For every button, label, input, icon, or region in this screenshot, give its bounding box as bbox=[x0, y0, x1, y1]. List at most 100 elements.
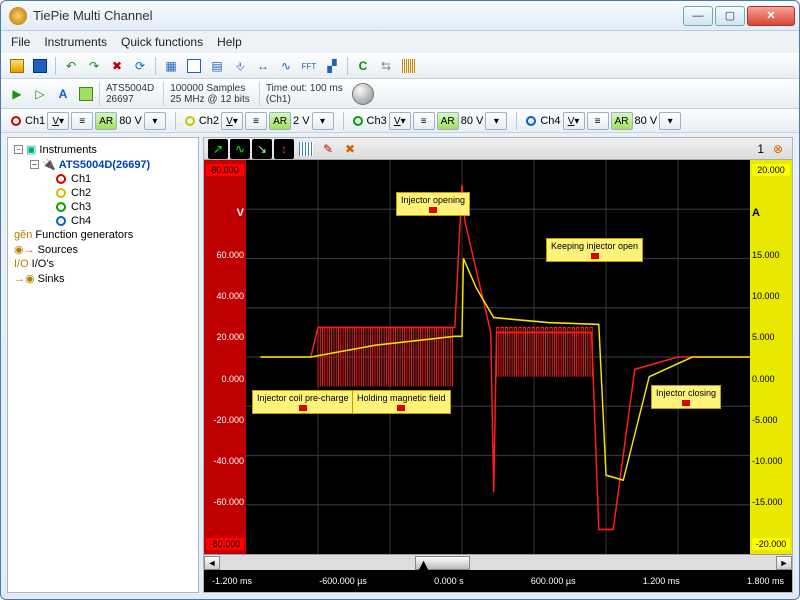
object-tree[interactable]: −▣Instruments −🔌ATS5004D(26697) Ch1 Ch2 … bbox=[7, 137, 199, 593]
autoset-icon[interactable]: A bbox=[53, 84, 73, 104]
undo-icon[interactable]: ↶ bbox=[61, 56, 81, 76]
scope-count: 1 bbox=[757, 142, 764, 156]
left-axis-unit: V bbox=[237, 207, 244, 219]
ch1-range: 80 V bbox=[119, 115, 142, 127]
ch2-indicator-icon[interactable] bbox=[185, 116, 195, 126]
x-axis[interactable]: -1.200 ms -600.000 µs 0.000 s 600.000 µs… bbox=[204, 570, 792, 592]
tree-ch1[interactable]: Ch1 bbox=[10, 172, 196, 186]
channel-4-controls: Ch4 V▾ ≡ AR 80 V ▾ bbox=[522, 112, 685, 130]
note-precharge[interactable]: Injector coil pre-charge bbox=[252, 390, 354, 414]
note-holding[interactable]: Holding magnetic field bbox=[352, 390, 451, 414]
histogram-icon[interactable]: ▞ bbox=[322, 56, 342, 76]
measure-icon[interactable]: ↔ bbox=[253, 56, 273, 76]
scope-grid-icon[interactable] bbox=[296, 139, 316, 159]
main-area: −▣Instruments −🔌ATS5004D(26697) Ch1 Ch2 … bbox=[1, 133, 799, 599]
play-once-icon[interactable]: ▷ bbox=[30, 84, 50, 104]
scope-disable-icon[interactable]: ✖ bbox=[340, 139, 360, 159]
timeout-label: Time out: 100 ms bbox=[266, 83, 343, 94]
ch4-autorange-button[interactable]: AR bbox=[611, 112, 633, 130]
scope-svg bbox=[246, 160, 750, 554]
play-icon[interactable]: ▶ bbox=[7, 84, 27, 104]
tree-instruments[interactable]: −▣Instruments bbox=[10, 142, 196, 157]
tree-ch4[interactable]: Ch4 bbox=[10, 214, 196, 228]
scope-trigger-rise-icon[interactable]: ↗ bbox=[208, 139, 228, 159]
menu-help[interactable]: Help bbox=[217, 35, 242, 49]
scope-trigger-fall-icon[interactable]: ↘ bbox=[252, 139, 272, 159]
tree-device[interactable]: −🔌ATS5004D(26697) bbox=[10, 157, 196, 172]
scroll-left-icon[interactable]: ◄ bbox=[204, 556, 220, 570]
ch2-coupling-button[interactable]: V▾ bbox=[221, 112, 243, 130]
ch1-range-down[interactable]: ▾ bbox=[144, 112, 166, 130]
timeout-source: (Ch1) bbox=[266, 94, 343, 105]
add-table-icon[interactable]: ▤ bbox=[207, 56, 227, 76]
ch3-indicator-icon[interactable] bbox=[353, 116, 363, 126]
scope-panel: ↗ ∿ ↘ ↕ ✎ ✖ 1 ⊗ 80.000 V 60.000 40.000 bbox=[203, 137, 793, 593]
ch1-indicator-icon[interactable] bbox=[11, 116, 21, 126]
ch3-coupling-button[interactable]: V▾ bbox=[389, 112, 411, 130]
tree-ios[interactable]: I/OI/O's bbox=[10, 257, 196, 271]
ch3-mode-button[interactable]: ≡ bbox=[413, 112, 435, 130]
minimize-button[interactable]: — bbox=[683, 6, 713, 26]
ch3-range-down[interactable]: ▾ bbox=[485, 112, 507, 130]
add-graph-icon[interactable]: ▦ bbox=[161, 56, 181, 76]
open-icon[interactable] bbox=[7, 56, 27, 76]
app-icon bbox=[9, 7, 27, 25]
tree-sources[interactable]: ◉→Sources bbox=[10, 242, 196, 257]
scope-close-icon[interactable]: ⊗ bbox=[768, 139, 788, 159]
ch1-coupling-button[interactable]: V▾ bbox=[47, 112, 69, 130]
tree-ch3[interactable]: Ch3 bbox=[10, 200, 196, 214]
menu-instruments[interactable]: Instruments bbox=[44, 35, 107, 49]
right-axis-max: 20.000 bbox=[752, 164, 790, 176]
right-y-axis[interactable]: 20.000 A 15.000 10.000 5.000 0.000 -5.00… bbox=[750, 160, 792, 554]
note-keeping[interactable]: Keeping injector open bbox=[546, 238, 643, 262]
note-opening[interactable]: Injector opening bbox=[396, 192, 470, 216]
ch3-range: 80 V bbox=[461, 115, 484, 127]
connect-icon[interactable]: C bbox=[353, 56, 373, 76]
ch1-autorange-button[interactable]: AR bbox=[95, 112, 117, 130]
scroll-thumb[interactable]: ▲ bbox=[415, 556, 471, 570]
right-axis-unit: A bbox=[752, 207, 760, 219]
tree-ch2[interactable]: Ch2 bbox=[10, 186, 196, 200]
menubar: File Instruments Quick functions Help bbox=[1, 31, 799, 53]
ch2-range-down[interactable]: ▾ bbox=[312, 112, 334, 130]
ch4-coupling-button[interactable]: V▾ bbox=[563, 112, 585, 130]
add-meter-icon[interactable] bbox=[184, 56, 204, 76]
timeout-knob[interactable] bbox=[352, 83, 374, 105]
scope-clear-icon[interactable]: ✎ bbox=[318, 139, 338, 159]
save-icon[interactable] bbox=[30, 56, 50, 76]
bus-icon[interactable] bbox=[399, 56, 419, 76]
tree-function-generators[interactable]: gĕnFunction generators bbox=[10, 228, 196, 242]
left-axis-max: 80.000 bbox=[206, 164, 244, 176]
ch4-range: 80 V bbox=[635, 115, 658, 127]
scope-body: 80.000 V 60.000 40.000 20.000 0.000 -20.… bbox=[204, 160, 792, 554]
fft-icon[interactable]: FFT bbox=[299, 56, 319, 76]
delete-icon[interactable]: ✖ bbox=[107, 56, 127, 76]
ch4-range-down[interactable]: ▾ bbox=[659, 112, 681, 130]
ch1-mode-button[interactable]: ≡ bbox=[71, 112, 93, 130]
refresh-icon[interactable]: ⟳ bbox=[130, 56, 150, 76]
menu-quick-functions[interactable]: Quick functions bbox=[121, 35, 203, 49]
scroll-track[interactable]: ▲ bbox=[220, 556, 776, 570]
ch2-mode-button[interactable]: ≡ bbox=[245, 112, 267, 130]
menu-file[interactable]: File bbox=[11, 35, 30, 49]
maximize-button[interactable]: ▢ bbox=[715, 6, 745, 26]
horizontal-scrollbar[interactable]: ◄ ▲ ► bbox=[204, 554, 792, 570]
ch2-autorange-button[interactable]: AR bbox=[269, 112, 291, 130]
scope-trigger-edge-icon[interactable]: ∿ bbox=[230, 139, 250, 159]
ch4-mode-button[interactable]: ≡ bbox=[587, 112, 609, 130]
ch3-autorange-button[interactable]: AR bbox=[437, 112, 459, 130]
ch4-indicator-icon[interactable] bbox=[526, 116, 536, 126]
stream-icon[interactable] bbox=[76, 84, 96, 104]
tree-sinks[interactable]: →◉Sinks bbox=[10, 271, 196, 286]
left-y-axis[interactable]: 80.000 V 60.000 40.000 20.000 0.000 -20.… bbox=[204, 160, 246, 554]
link-icon[interactable]: ⇆ bbox=[376, 56, 396, 76]
note-closing[interactable]: Injector closing bbox=[651, 385, 721, 409]
close-button[interactable]: ✕ bbox=[747, 6, 795, 26]
scroll-right-icon[interactable]: ► bbox=[776, 556, 792, 570]
plot-area[interactable]: Injector coil pre-charge Holding magneti… bbox=[246, 160, 750, 554]
waveform-icon[interactable]: ∿ bbox=[276, 56, 296, 76]
redo-icon[interactable]: ↷ bbox=[84, 56, 104, 76]
ch1-label: Ch1 bbox=[25, 115, 45, 127]
scope-cursor-icon[interactable]: ↕ bbox=[274, 139, 294, 159]
cursor-tool-icon[interactable]: ⎀ bbox=[230, 56, 250, 76]
